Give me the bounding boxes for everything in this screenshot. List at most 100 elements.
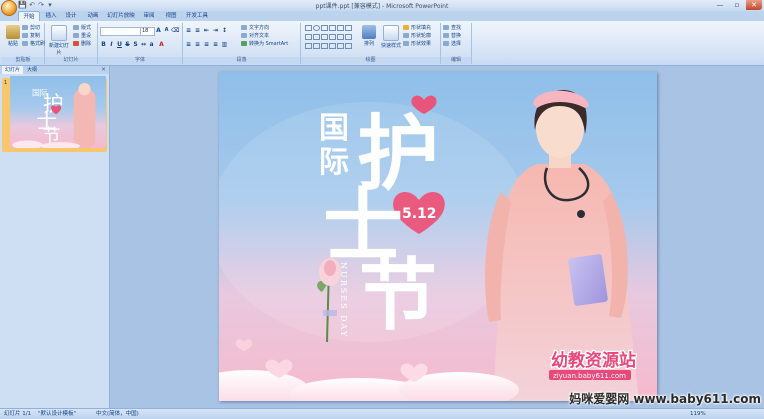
shape-effects-button[interactable]: 形状效果 — [403, 41, 431, 48]
char-spacing-icon[interactable]: ↔ — [140, 41, 147, 48]
find-button[interactable]: 查找 — [443, 25, 461, 32]
pentagon-shape-icon[interactable] — [305, 43, 312, 49]
block-arrow-shape-icon[interactable] — [321, 34, 328, 40]
tab-view[interactable]: 视图 — [162, 11, 180, 21]
title-small-line2: 际 — [319, 145, 349, 180]
triangle-shape-icon[interactable] — [345, 25, 352, 31]
new-slide-button[interactable]: 新建幻灯片 — [47, 25, 71, 56]
layout-button[interactable]: 版式 — [73, 25, 91, 32]
paste-button[interactable]: 粘贴 — [3, 25, 23, 47]
tab-developer[interactable]: 开发工具 — [184, 11, 210, 21]
rectangle-shape-icon[interactable] — [305, 25, 312, 31]
select-button[interactable]: 选择 — [443, 41, 461, 48]
cut-button[interactable]: 剪切 — [22, 25, 40, 32]
tab-slideshow[interactable]: 幻灯片放映 — [106, 11, 136, 21]
tab-review[interactable]: 审阅 — [140, 11, 158, 21]
redo-icon[interactable]: ↷ — [37, 1, 45, 9]
delete-label: 删除 — [81, 41, 92, 47]
reset-button[interactable]: 重设 — [73, 33, 91, 40]
curve-shape-icon[interactable] — [321, 43, 328, 49]
close-button[interactable]: ✕ — [746, 0, 762, 10]
delete-slide-button[interactable]: 删除 — [73, 41, 91, 48]
tab-design[interactable]: 设计 — [62, 11, 80, 21]
font-size-field[interactable]: 18 — [140, 27, 155, 36]
tab-insert[interactable]: 插入 — [42, 11, 60, 21]
underline-icon[interactable]: U — [116, 41, 123, 48]
qat-more-icon[interactable]: ▾ — [46, 1, 54, 9]
shape-fill-button[interactable]: 形状填充 — [403, 25, 431, 32]
select-label: 选择 — [451, 41, 462, 47]
zoom-level[interactable]: 119% — [690, 410, 706, 418]
shapes-gallery[interactable] — [305, 25, 355, 53]
text-direction-button[interactable]: 文字方向 — [241, 25, 269, 32]
increase-indent-icon[interactable]: ⇥ — [212, 27, 219, 34]
columns-icon[interactable]: ▥ — [221, 41, 228, 48]
italic-icon[interactable]: I — [108, 41, 115, 48]
hexagon-shape-icon[interactable] — [313, 43, 320, 49]
rounded-rect-shape-icon[interactable] — [305, 34, 312, 40]
new-slide-label: 新建幻灯片 — [48, 43, 69, 56]
shadow-icon[interactable]: S — [132, 41, 139, 48]
line-spacing-icon[interactable]: ↕ — [221, 27, 228, 34]
align-right-icon[interactable]: ≡ — [203, 41, 210, 48]
minimize-button[interactable]: — — [712, 0, 728, 10]
heart-shape-icon[interactable] — [329, 43, 336, 49]
grow-font-icon[interactable]: A — [155, 27, 162, 34]
font-name-field[interactable] — [100, 27, 141, 36]
copy-button[interactable]: 复制 — [22, 33, 40, 40]
arrow-shape-icon[interactable] — [329, 25, 336, 31]
slide-thumbnail[interactable]: 国际 护 士 节 — [10, 76, 106, 148]
clear-format-icon[interactable]: ⌫ — [171, 27, 179, 34]
panel-close-icon[interactable]: × — [101, 66, 106, 74]
justify-icon[interactable]: ≡ — [212, 41, 219, 48]
tab-animations[interactable]: 动画 — [84, 11, 102, 21]
oval-shape-icon[interactable] — [313, 25, 320, 31]
flower-ribbon — [323, 310, 337, 316]
status-language: 中文(简体，中国) — [96, 411, 139, 417]
numbering-icon[interactable]: ≡ — [194, 27, 201, 34]
text-direction-label: 文字方向 — [249, 25, 270, 31]
decrease-indent-icon[interactable]: ⇤ — [203, 27, 210, 34]
maximize-button[interactable]: ▫ — [729, 0, 745, 10]
textbox-shape-icon[interactable] — [337, 25, 344, 31]
arrange-button[interactable]: 排列 — [359, 25, 379, 47]
text-direction-icon — [241, 25, 247, 30]
drawing-group-label: 绘图 — [301, 57, 440, 64]
save-icon[interactable]: 💾 — [18, 1, 27, 9]
more-shapes-icon[interactable] — [345, 43, 352, 49]
bullets-icon[interactable]: ≡ — [185, 27, 192, 34]
font-color-icon[interactable]: A — [158, 41, 165, 48]
change-case-icon[interactable]: a — [148, 41, 155, 48]
callout-shape-icon[interactable] — [337, 34, 344, 40]
undo-icon[interactable]: ↶ — [28, 1, 36, 9]
star-shape-icon[interactable] — [329, 34, 336, 40]
smartart-button[interactable]: 转换为 SmartArt — [241, 41, 288, 48]
format-painter-button[interactable]: 格式刷 — [22, 41, 45, 48]
tab-home[interactable]: 开始 — [18, 11, 40, 21]
clipboard-illustration — [568, 254, 608, 306]
align-left-icon[interactable]: ≡ — [185, 41, 192, 48]
shrink-font-icon[interactable]: A — [163, 27, 170, 34]
tab-slides[interactable]: 幻灯片 — [2, 66, 24, 74]
slide-canvas[interactable]: 国 际 护 士 节 5.12 NURSES DAY 幼教资源站 ziyuan.b… — [219, 72, 657, 401]
clipboard-icon — [6, 25, 20, 39]
quick-styles-button[interactable]: 快速样式 — [381, 25, 401, 49]
elbow-shape-icon[interactable] — [313, 34, 320, 40]
cloud-shape-icon[interactable] — [337, 43, 344, 49]
line-shape-icon[interactable] — [321, 25, 328, 31]
slides-group-label: 幻灯片 — [45, 57, 97, 64]
layout-label: 版式 — [81, 25, 92, 31]
delete-icon — [73, 41, 79, 46]
replace-button[interactable]: 替换 — [443, 33, 461, 40]
align-text-button[interactable]: 对齐文本 — [241, 33, 269, 40]
shape-outline-button[interactable]: 形状轮廓 — [403, 33, 431, 40]
align-center-icon[interactable]: ≡ — [194, 41, 201, 48]
layout-icon — [73, 25, 79, 30]
bold-icon[interactable]: B — [100, 41, 107, 48]
paste-label: 粘贴 — [7, 41, 18, 47]
align-text-label: 对齐文本 — [249, 33, 270, 39]
strikethrough-icon[interactable]: S — [124, 41, 131, 48]
tab-outline[interactable]: 大纲 — [24, 66, 40, 74]
brace-shape-icon[interactable] — [345, 34, 352, 40]
office-button[interactable] — [1, 0, 17, 16]
